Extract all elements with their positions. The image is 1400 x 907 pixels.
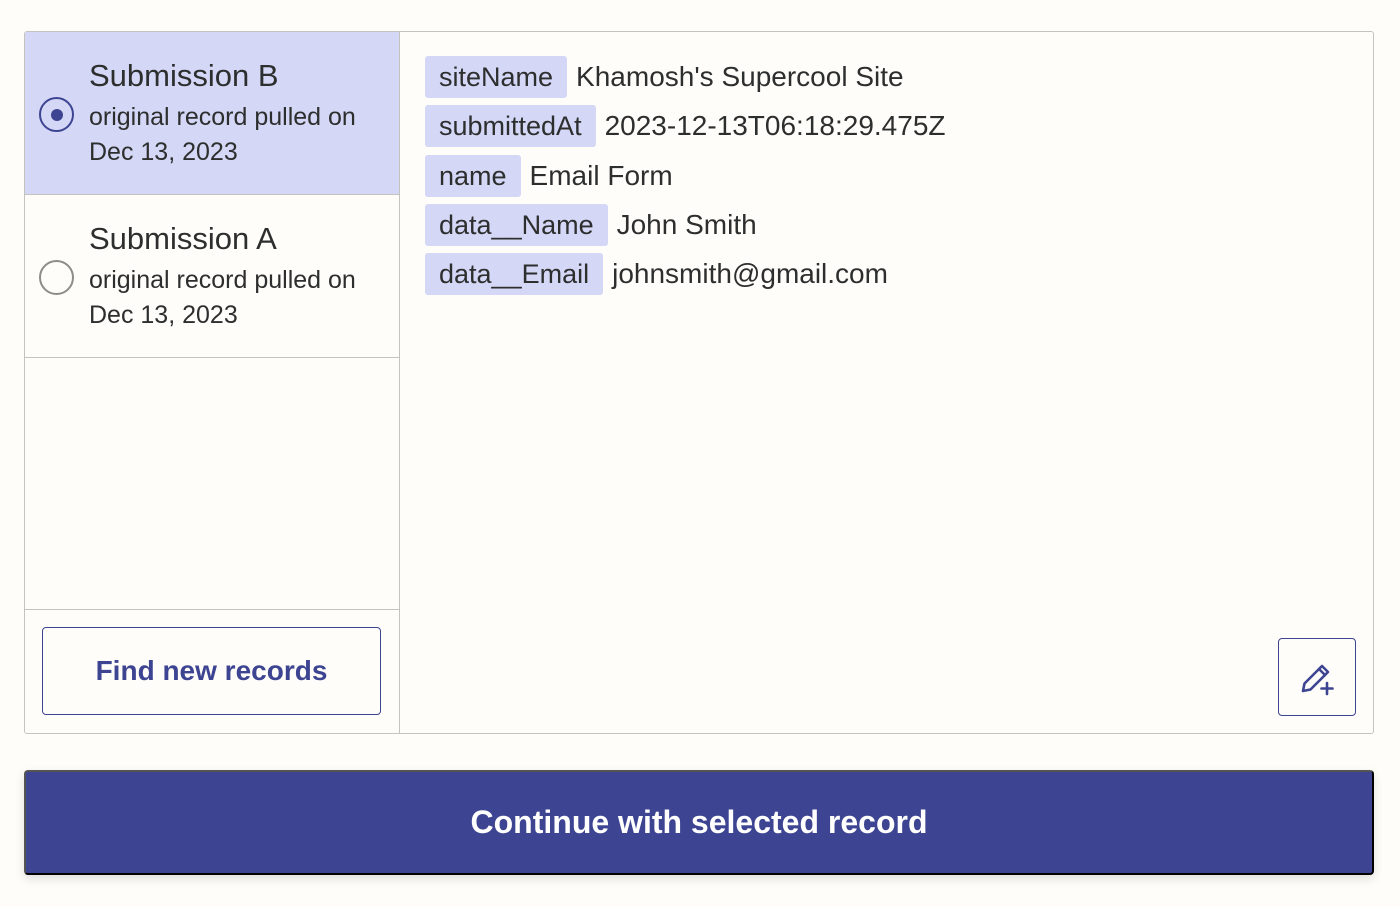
sidebar-footer: Find new records [25, 610, 399, 733]
field-value: johnsmith@gmail.com [612, 258, 888, 290]
field-value: Email Form [529, 159, 673, 191]
sidebar-empty-area [25, 358, 399, 610]
record-item-submission-b[interactable]: Submission B original record pulled on D… [25, 32, 399, 195]
field-key: data__Email [425, 253, 604, 296]
field-row-data-name: data__Name John Smith [425, 203, 1373, 246]
record-picker-panel: Submission B original record pulled on D… [24, 31, 1374, 734]
record-details: siteName Khamosh's Supercool Site submit… [400, 32, 1373, 733]
field-row-submittedat: submittedAt 2023-12-13T06:18:29.475Z [425, 105, 1373, 148]
record-list-sidebar: Submission B original record pulled on D… [25, 32, 400, 733]
record-subtitle-line: original record pulled on [89, 103, 356, 131]
field-key: data__Name [425, 203, 608, 246]
record-subtitle-line: original record pulled on [89, 266, 356, 294]
field-value: John Smith [616, 208, 757, 240]
field-key: submittedAt [425, 105, 596, 148]
field-row-data-email: data__Email johnsmith@gmail.com [425, 253, 1373, 296]
field-value: 2023-12-13T06:18:29.475Z [604, 110, 946, 142]
radio-unselected-icon[interactable] [39, 260, 74, 295]
field-row-name: name Email Form [425, 154, 1373, 197]
record-date: Dec 13, 2023 [89, 301, 238, 329]
record-item-text: Submission B original record pulled on D… [89, 56, 389, 170]
find-new-records-button[interactable]: Find new records [42, 627, 381, 715]
field-value: Khamosh's Supercool Site [576, 61, 904, 92]
record-subtitle: original record pulled on Dec 13, 2023 [89, 100, 389, 170]
record-title: Submission B [89, 58, 279, 93]
record-item-text: Submission A original record pulled on D… [89, 219, 389, 333]
continue-button[interactable]: Continue with selected record [24, 770, 1374, 875]
record-title: Submission A [89, 221, 277, 256]
record-subtitle: original record pulled on Dec 13, 2023 [89, 263, 389, 333]
field-key: name [425, 154, 521, 197]
record-date: Dec 13, 2023 [89, 138, 238, 166]
record-item-submission-a[interactable]: Submission A original record pulled on D… [25, 195, 399, 358]
pencil-plus-icon [1301, 664, 1334, 696]
radio-selected-icon[interactable] [39, 97, 74, 132]
field-key: siteName [425, 56, 568, 98]
edit-record-button[interactable] [1278, 638, 1356, 716]
field-row-sitename: siteName Khamosh's Supercool Site [425, 56, 1373, 98]
